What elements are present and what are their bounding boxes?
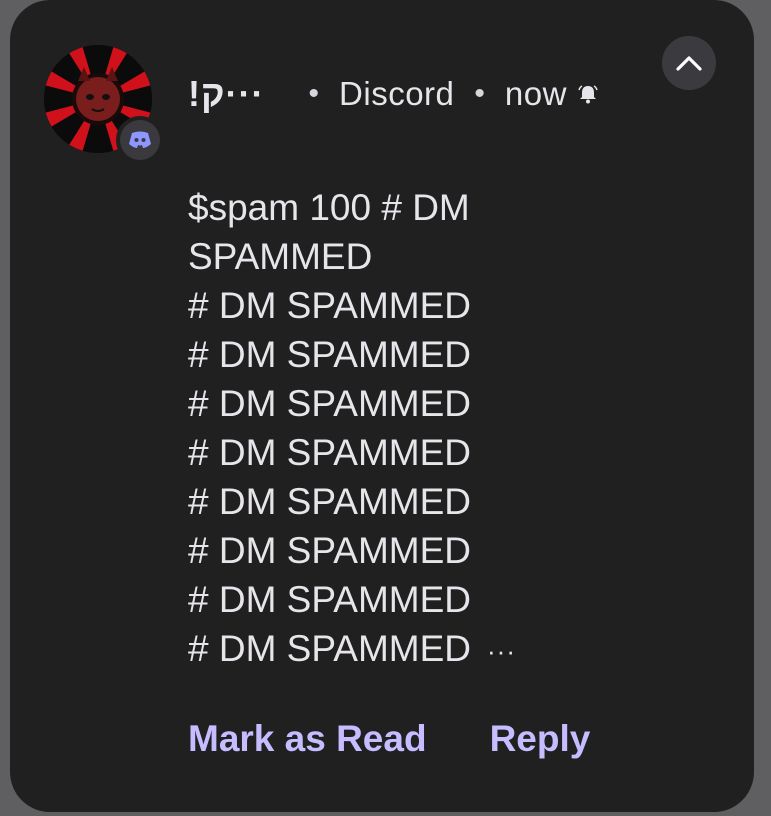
separator-dot: • [474, 77, 485, 110]
mark-as-read-button[interactable]: Mark as Read [188, 718, 427, 760]
separator-dot: • [308, 77, 320, 110]
message-line-last: # DM SPAMMED ··· [188, 624, 628, 676]
message-line: # DM SPAMMED [188, 334, 472, 375]
message-line: # DM SPAMMED [188, 285, 472, 326]
app-badge [116, 116, 164, 164]
chevron-up-icon [676, 56, 702, 71]
discord-icon [129, 131, 151, 148]
reply-button[interactable]: Reply [490, 718, 591, 760]
collapse-button[interactable] [662, 36, 716, 90]
sender-name: !ק··· [188, 73, 265, 114]
message-line: SPAMMED [188, 236, 373, 277]
notification-header: !ק··· • Discord • now [188, 70, 599, 118]
message-body: $spam 100 # DM SPAMMED # DM SPAMMED # DM… [188, 183, 628, 676]
message-line: # DM SPAMMED [188, 579, 472, 620]
app-name: Discord [339, 75, 455, 112]
message-line: # DM SPAMMED [188, 432, 472, 473]
message-line: # DM SPAMMED [188, 383, 472, 424]
message-line: $spam 100 # DM [188, 187, 470, 228]
bell-icon [577, 83, 599, 105]
message-line-text: # DM SPAMMED [188, 628, 472, 669]
notification-actions: Mark as Read Reply [188, 718, 590, 760]
notification-card[interactable]: !ק··· • Discord • now $spam 100 # DM SPA… [10, 0, 754, 812]
truncation-ellipsis: ··· [487, 635, 516, 666]
timestamp: now [504, 75, 567, 112]
message-line: # DM SPAMMED [188, 530, 472, 571]
message-line: # DM SPAMMED [188, 481, 472, 522]
